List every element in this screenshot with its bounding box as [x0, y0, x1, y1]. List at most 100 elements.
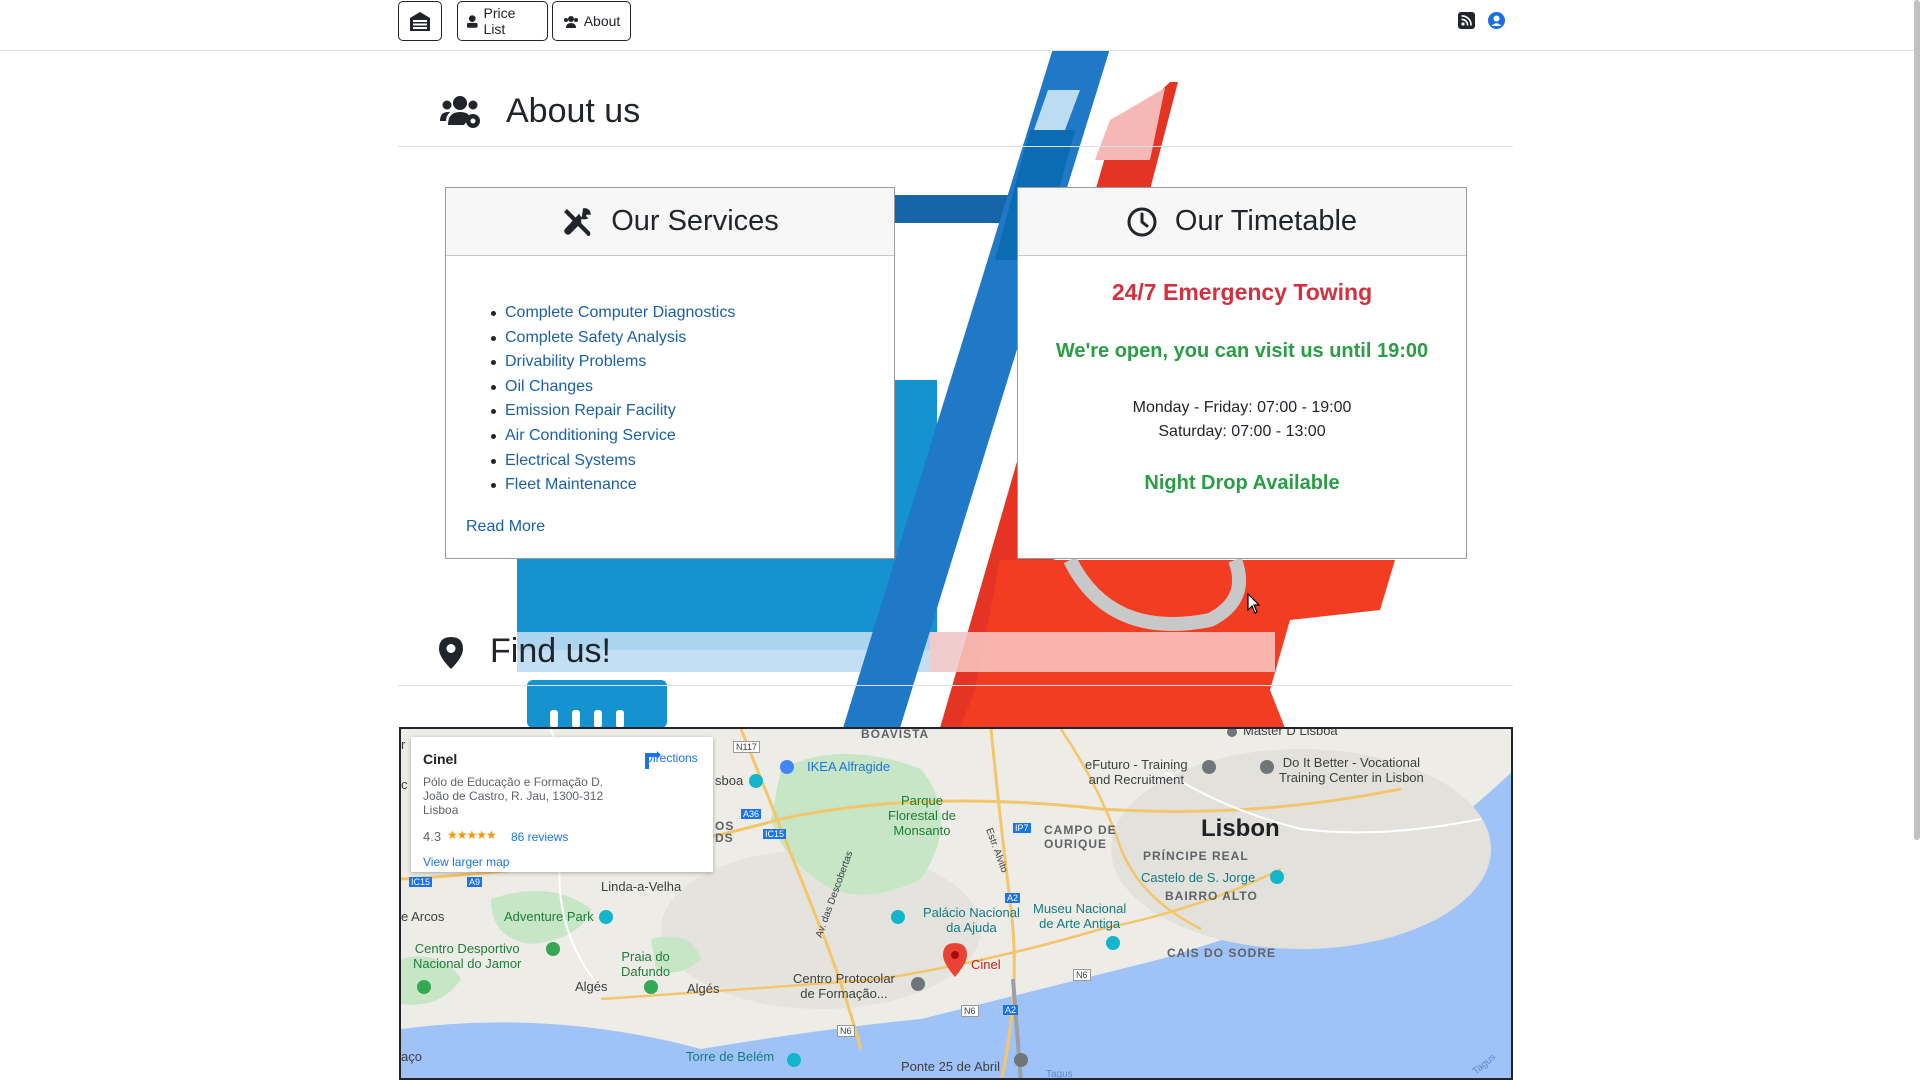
list-item: Complete Computer Diagnostics: [491, 301, 735, 326]
service-link[interactable]: Electrical Systems: [505, 452, 636, 469]
directions-icon: [645, 751, 661, 769]
map-label-centro-desportivo: Centro Desportivo Nacional do Jamor: [413, 941, 522, 971]
services-card: Our Services Complete Computer Diagnosti…: [445, 187, 895, 559]
road-shield: A2: [1005, 893, 1021, 903]
road-shield: A36: [741, 809, 762, 819]
garage-icon: [410, 12, 430, 31]
weekday-hours: Monday - Friday: 07:00 - 19:00: [1132, 399, 1352, 416]
map-label-master: Master D Lisboa: [1243, 727, 1338, 738]
map-label-ds: DS: [715, 831, 734, 845]
user-circle-icon[interactable]: [1488, 12, 1505, 29]
list-item: Drivability Problems: [491, 350, 735, 375]
price-list-label: Price List: [483, 5, 516, 37]
map-label-alges: Algés: [575, 979, 608, 994]
map-label-cinel: Cinel: [971, 957, 1001, 972]
reviews-link[interactable]: 86 reviews: [511, 830, 568, 844]
map-label-palacio: Palácio Nacional da Ajuda: [923, 905, 1020, 935]
users-gear-icon: [440, 96, 480, 128]
map-label-torre: Torre de Belém: [686, 1049, 775, 1064]
view-larger-map-link[interactable]: View larger map: [423, 855, 509, 869]
service-link[interactable]: Drivability Problems: [505, 353, 646, 370]
about-button[interactable]: About: [552, 1, 631, 41]
map-label-adventure: Adventure Park: [504, 909, 594, 924]
road-shield: IC15: [763, 829, 787, 839]
map-label-parque: Parque Florestal de Monsanto: [888, 793, 956, 838]
map-label-campo: CAMPO DE OURIQUE: [1044, 823, 1117, 851]
service-link[interactable]: Complete Computer Diagnostics: [505, 304, 735, 321]
night-drop-text: Night Drop Available: [1144, 472, 1340, 494]
price-list-button[interactable]: Price List: [457, 1, 548, 41]
list-item: Air Conditioning Service: [491, 424, 735, 449]
list-item: Complete Safety Analysis: [491, 326, 735, 351]
map-label-lisbon: Lisbon: [1201, 815, 1280, 842]
timetable-card: Our Timetable 24/7 Emergency Towing We'r…: [1017, 187, 1467, 559]
place-name: Cinel: [423, 751, 458, 767]
map-label-c-fragment: c: [401, 777, 408, 792]
services-card-title: Our Services: [611, 205, 779, 237]
clock-icon: [1127, 207, 1157, 236]
map-label-arcos: e Arcos: [401, 909, 445, 924]
rss-icon[interactable]: [1458, 12, 1475, 29]
road-shield: N6: [837, 1025, 855, 1037]
map-label-lisboa-fragment: sboa: [715, 773, 744, 788]
road-shield: IP7: [1013, 823, 1031, 833]
mouse-cursor-icon: [1247, 593, 1261, 614]
road-shield: N117: [733, 741, 760, 753]
find-section-header: Find us!: [398, 586, 1513, 686]
embedded-map[interactable]: Lisbon BOAVISTA IKEA Alfragide Parque Flo…: [399, 727, 1513, 1080]
tools-icon: [564, 207, 592, 236]
about-label: About: [583, 13, 621, 29]
map-label-museu: Museu Nacional de Arte Antiga: [1033, 901, 1127, 931]
map-label-linda: Linda-a-Velha: [601, 879, 682, 894]
price-list-icon: [466, 15, 478, 28]
home-button[interactable]: [398, 1, 442, 41]
timetable-card-header: Our Timetable: [1018, 188, 1466, 256]
map-label-doit: Do It Better - Vocational Training Center…: [1279, 755, 1424, 785]
map-label-castelo: Castelo de S. Jorge: [1141, 870, 1256, 885]
list-item: Fleet Maintenance: [491, 473, 735, 498]
top-navbar: Price List About: [0, 0, 1920, 51]
service-link[interactable]: Oil Changes: [505, 378, 593, 395]
place-address: Pólo de Educação e Formação D. João de C…: [423, 775, 604, 817]
map-label-ponte: Ponte 25 de Abril: [901, 1059, 1001, 1074]
page-scrollbar[interactable]: [1914, 0, 1920, 840]
map-label-cais: CAIS DO SODRE: [1167, 946, 1277, 960]
map-label-tagus: Tagus: [1046, 1069, 1073, 1080]
road-shield: IC15: [409, 877, 433, 887]
service-link[interactable]: Emission Repair Facility: [505, 402, 676, 419]
map-label-boavista: BOAVISTA: [861, 727, 930, 741]
road-shield: N6: [961, 1005, 979, 1017]
read-more-link[interactable]: Read More: [466, 518, 545, 536]
list-item: Electrical Systems: [491, 449, 735, 474]
road-shield: A9: [467, 877, 483, 887]
saturday-hours: Saturday: 07:00 - 13:00: [1158, 423, 1326, 440]
road-shield: A2: [1003, 1005, 1019, 1015]
timetable-card-title: Our Timetable: [1174, 205, 1358, 237]
map-label-principe: PRÍNCIPE REAL: [1143, 849, 1249, 863]
map-label-centro-protocolar: Centro Protocolar de Formação...: [793, 971, 895, 1001]
about-section-header: About us: [398, 47, 1513, 147]
map-label-aco: aço: [401, 1049, 422, 1064]
map-label-praia: Praia do Dafundo: [621, 949, 671, 979]
road-shield: N6: [1073, 969, 1091, 981]
list-item: Emission Repair Facility: [491, 399, 735, 424]
service-link[interactable]: Complete Safety Analysis: [505, 329, 686, 346]
page-title: About us: [506, 92, 641, 130]
place-rating: 4.3: [423, 829, 442, 844]
map-label-efuturo: eFuturo - Training and Recruitment: [1085, 757, 1188, 787]
services-card-header: Our Services: [446, 188, 894, 256]
services-list: Complete Computer Diagnostics Complete S…: [491, 301, 735, 498]
directions-button[interactable]: Directions: [641, 751, 701, 769]
map-label-alges-2: Algés: [687, 981, 720, 996]
list-item: Oil Changes: [491, 375, 735, 400]
service-link[interactable]: Air Conditioning Service: [505, 427, 676, 444]
open-status-text: We're open, you can visit us until 19:00: [1055, 340, 1429, 362]
rating-stars-icon: ★★★★★: [447, 828, 497, 842]
emergency-towing-text: 24/7 Emergency Towing: [1111, 279, 1373, 305]
users-icon: [563, 15, 578, 28]
map-label-ikea: IKEA Alfragide: [807, 759, 891, 774]
map-place-card: Cinel Pólo de Educação e Formação D. Joã…: [411, 737, 713, 872]
service-link[interactable]: Fleet Maintenance: [505, 476, 637, 493]
map-label-r-fragment: r: [401, 737, 406, 752]
find-title: Find us!: [490, 632, 611, 670]
